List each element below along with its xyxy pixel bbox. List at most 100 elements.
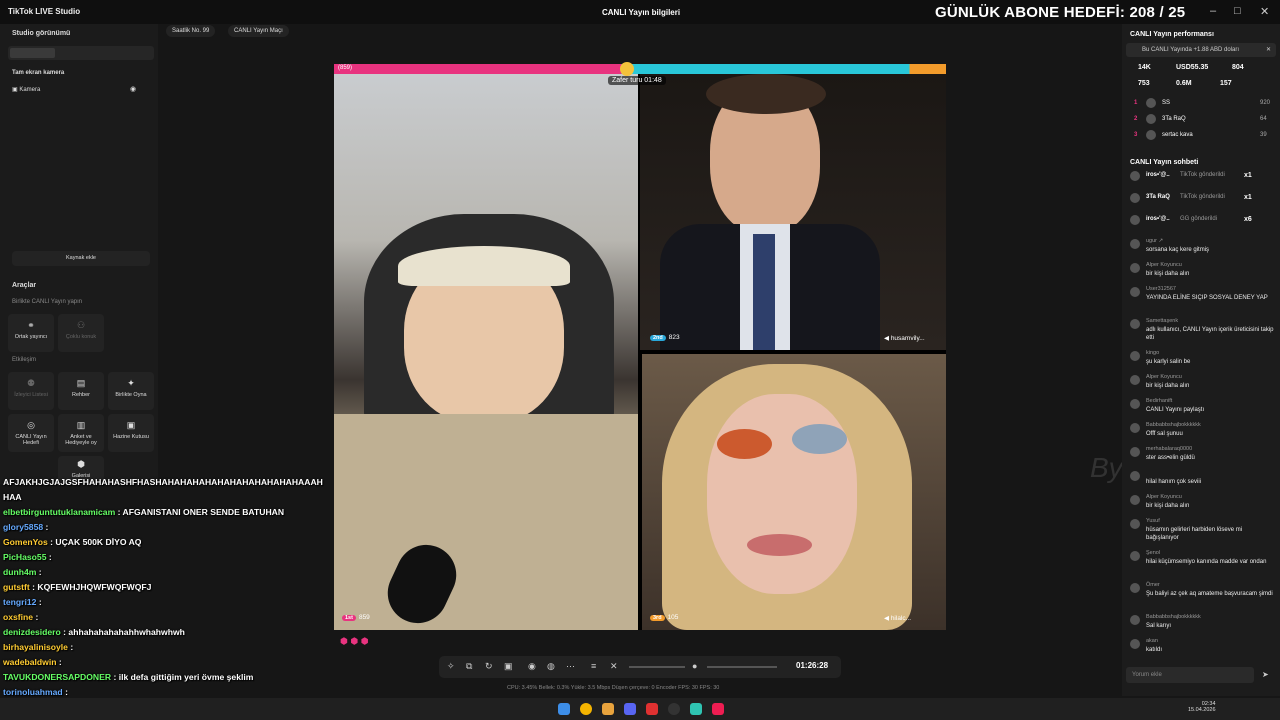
gift-user[interactable]: iros•'@..	[1146, 216, 1170, 222]
book-icon: ▤	[76, 378, 86, 388]
overlay-line: PicHaso55 :	[3, 552, 52, 562]
screen-icon[interactable]: ▣	[504, 661, 513, 672]
guest3-eye-left	[717, 429, 772, 459]
discord-icon[interactable]	[624, 703, 636, 715]
rotate-icon[interactable]: ↻	[485, 661, 493, 672]
chat-user[interactable]: Bedirhanift	[1146, 398, 1172, 404]
chat-user[interactable]: Babbabbshajbokkkkkk	[1146, 422, 1201, 428]
mute-icon[interactable]: ✕	[610, 661, 618, 672]
filter-icon[interactable]: ⧉	[466, 661, 472, 672]
more-icon[interactable]: ⋯	[566, 661, 575, 672]
chat-user[interactable]: Alper Koyuncu	[1146, 262, 1182, 268]
tools-heading: Araçlar	[12, 282, 37, 289]
hourly-rank-chip[interactable]: Saatlik No. 99	[166, 25, 216, 37]
chat-user[interactable]: Şenol	[1146, 550, 1160, 556]
chat-user[interactable]: Ömer	[1146, 582, 1160, 588]
reaction-icons[interactable]: ⬢ ⬢ ⬢	[340, 636, 369, 647]
player2-name: ◀ husamvily...	[884, 334, 925, 342]
overlay-message: : KQFEWHJHQWFWQFWQFJ	[29, 582, 152, 592]
visibility-icon[interactable]: ◉	[130, 85, 136, 93]
play-together-button[interactable]: ✦ Birlikte Oyna	[108, 372, 154, 410]
avatar	[1146, 98, 1156, 108]
live-match-chip[interactable]: CANLI Yayın Maçı	[228, 25, 289, 37]
app-green-icon[interactable]	[690, 703, 702, 715]
chat-user[interactable]: User312567	[1146, 286, 1176, 292]
player2-name-text: husamvily...	[890, 335, 925, 342]
record-icon[interactable]: ◉	[528, 661, 536, 672]
minimize-icon[interactable]: –	[1210, 5, 1216, 17]
close-icon[interactable]: ✕	[1260, 5, 1269, 18]
chat-user[interactable]: ugur ↗	[1146, 238, 1163, 244]
chat-message: katıldı	[1146, 647, 1163, 653]
chat-user[interactable]: Alper Koyuncu	[1146, 494, 1182, 500]
leader-name[interactable]: 3Ta RaQ	[1162, 116, 1186, 122]
co-host-button[interactable]: ⚭ Ortak yayıncı	[8, 314, 54, 352]
tiktok-icon[interactable]	[712, 703, 724, 715]
perf-note-box[interactable]: Bu CANLI Yayında +1.88 ABD doları ✕	[1126, 43, 1276, 57]
live-goal-button[interactable]: ◎ CANLI Yayın Hedefi	[8, 414, 54, 452]
obs-icon[interactable]	[668, 703, 680, 715]
windows-start-icon[interactable]	[558, 703, 570, 715]
overlay-message: AFJAKHJGJAJGSFHAHAHASHFHASHAHAHAHAHAHAHA…	[3, 477, 323, 487]
avatar	[1130, 423, 1140, 433]
chat-user[interactable]: kingo	[1146, 350, 1159, 356]
avatar	[1130, 551, 1140, 561]
live-info-title[interactable]: CANLI Yayın bilgileri	[602, 8, 680, 17]
guest3-eye-right	[792, 424, 847, 454]
player2-rank: 2nd	[650, 335, 666, 341]
play-together-label: Birlikte Oyna	[115, 392, 147, 398]
avatar	[1130, 471, 1140, 481]
gift-user[interactable]: 3Ta RaQ	[1146, 194, 1170, 200]
mic-slider[interactable]	[707, 666, 777, 668]
overlay-line: TAVUKDONERSAPDONER : ilk defa gittiğim y…	[3, 672, 253, 682]
chat-overlay: AFJAKHJGJAJGSFHAHAHASHFHASHAHAHAHAHAHAHA…	[0, 476, 323, 720]
effects-icon[interactable]: ✧	[447, 661, 455, 672]
explorer-icon[interactable]	[602, 703, 614, 715]
right-panel: CANLI Yayın performansı Bu CANLI Yayında…	[1122, 24, 1280, 696]
chat-user[interactable]: Samettaşenk	[1146, 318, 1178, 324]
volume-slider[interactable]	[629, 666, 685, 668]
send-icon[interactable]: ➤	[1262, 670, 1269, 679]
leader-name[interactable]: SS	[1162, 100, 1170, 106]
settings-sliders-icon[interactable]: ≡	[591, 661, 596, 671]
overlay-line: oxsfine :	[3, 612, 38, 622]
viewer-list-button[interactable]: ⚉ İzleyici Listesi	[8, 372, 54, 410]
camera-source[interactable]: ▣ Kamera	[12, 86, 40, 93]
stat-likes: 14K	[1138, 64, 1151, 71]
multi-guest-button[interactable]: ⚇ Çoklu konuk	[58, 314, 104, 352]
chat-user[interactable]: Alper Koyuncu	[1146, 374, 1182, 380]
overlay-user: PicHaso55	[3, 552, 47, 562]
fullscreen-camera-dropdown[interactable]: Tam ekran kamera	[12, 70, 64, 76]
overlay-line: AFJAKHJGJAJGSFHAHAHASHFHASHAHAHAHAHAHAHA…	[3, 477, 323, 487]
add-source-button[interactable]: Kaynak ekle	[12, 251, 150, 266]
guide-button[interactable]: ▤ Rehber	[58, 372, 104, 410]
portrait-layout-icon[interactable]	[10, 48, 55, 58]
chat-user[interactable]: akan	[1146, 638, 1158, 644]
mic-icon[interactable]: ●	[692, 661, 697, 671]
clock-date: 15.04.2026	[1188, 707, 1216, 713]
overlay-line: gutstft : KQFEWHJHQWFWQFWQFJ	[3, 582, 151, 592]
chat-user[interactable]: Babbabbshajbokkkkkk	[1146, 614, 1201, 620]
overlay-message: : UÇAK 500K DİYO AQ	[47, 537, 142, 547]
layout-switch[interactable]	[8, 46, 154, 60]
gift-user[interactable]: iros•'@..	[1146, 172, 1170, 178]
user-icon: ⚉	[26, 378, 36, 388]
camera-toggle-icon[interactable]: ◍	[547, 661, 555, 672]
interaction-heading: Etkileşim	[12, 357, 37, 363]
comment-input[interactable]: Yorum ekle	[1126, 667, 1254, 683]
chat-message: şu karlyi salin be	[1146, 359, 1191, 365]
leader-name[interactable]: sertac kava	[1162, 132, 1193, 138]
host-hair	[398, 246, 570, 286]
overlay-user: dunh4m	[3, 567, 37, 577]
chat-user[interactable]: merhabalaraq0000	[1146, 446, 1192, 452]
close-note-icon[interactable]: ✕	[1266, 46, 1271, 53]
maximize-icon[interactable]: □	[1234, 5, 1241, 17]
gift-text: GG gönderildi	[1180, 216, 1218, 222]
treasure-box-button[interactable]: ▣ Hazine Kutusu	[108, 414, 154, 452]
chat-user[interactable]: Yusuf	[1146, 518, 1160, 524]
studio-view-dropdown[interactable]: Studio görünümü	[12, 30, 70, 37]
chrome-icon[interactable]	[580, 703, 592, 715]
avatar	[1130, 447, 1140, 457]
poll-button[interactable]: ▥ Anket ve Hediyeyle oy	[58, 414, 104, 452]
app-x-icon[interactable]	[646, 703, 658, 715]
